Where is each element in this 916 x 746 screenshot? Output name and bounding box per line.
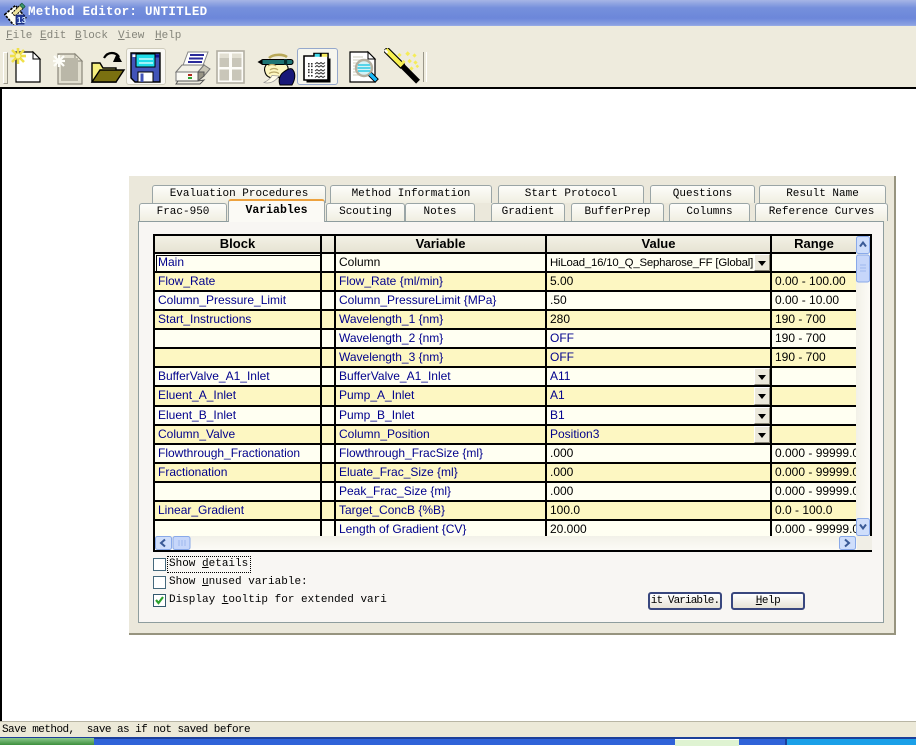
svg-text:13: 13 xyxy=(17,16,26,25)
